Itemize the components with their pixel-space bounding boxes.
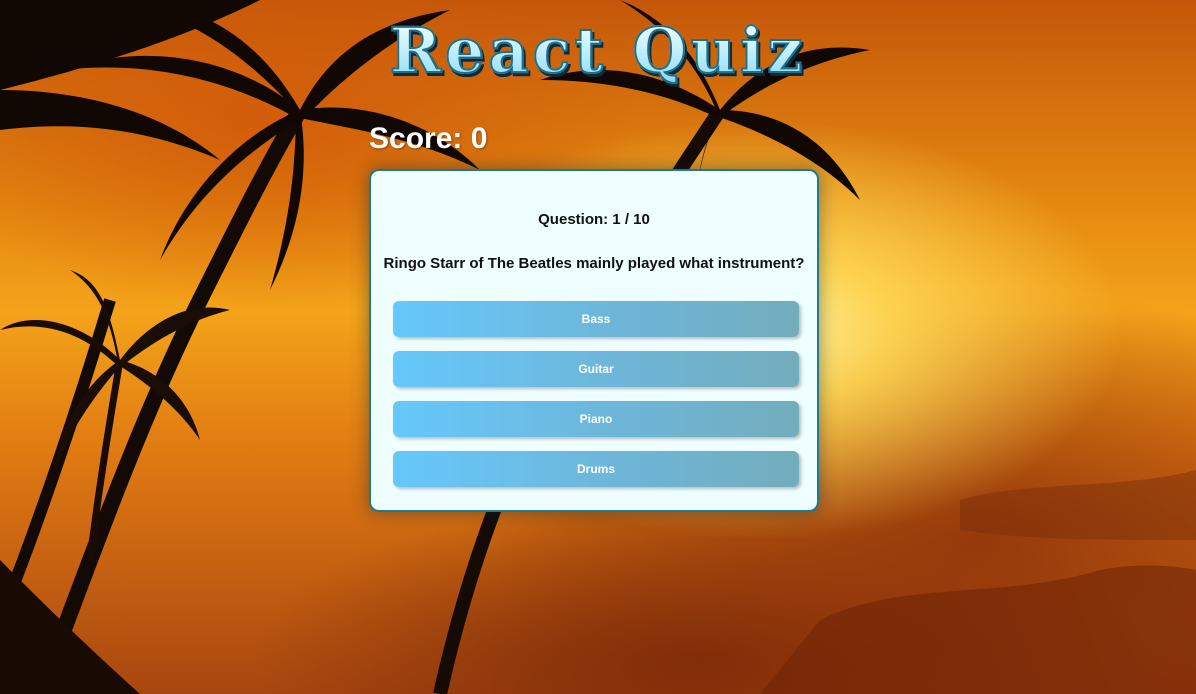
score-display: Score: 0 [369,122,488,155]
cloud-band [760,565,1196,694]
cloud-band [960,470,1196,540]
question-text: Ringo Starr of The Beatles mainly played… [383,255,805,272]
question-number: Question: 1 / 10 [538,211,650,228]
answer-button-piano[interactable]: Piano [393,401,799,437]
palm-trunk [32,105,307,694]
palm-trunk [86,359,124,561]
palm-trunk [0,298,116,623]
app-title: React Quiz [0,13,1196,88]
answer-list: Bass Guitar Piano Drums [393,301,799,501]
answer-button-guitar[interactable]: Guitar [393,351,799,387]
foliage [0,560,140,694]
answer-button-drums[interactable]: Drums [393,451,799,487]
palm-fronds [0,270,230,470]
question-card: Question: 1 / 10 Ringo Starr of The Beat… [369,169,819,512]
answer-button-bass[interactable]: Bass [393,301,799,337]
